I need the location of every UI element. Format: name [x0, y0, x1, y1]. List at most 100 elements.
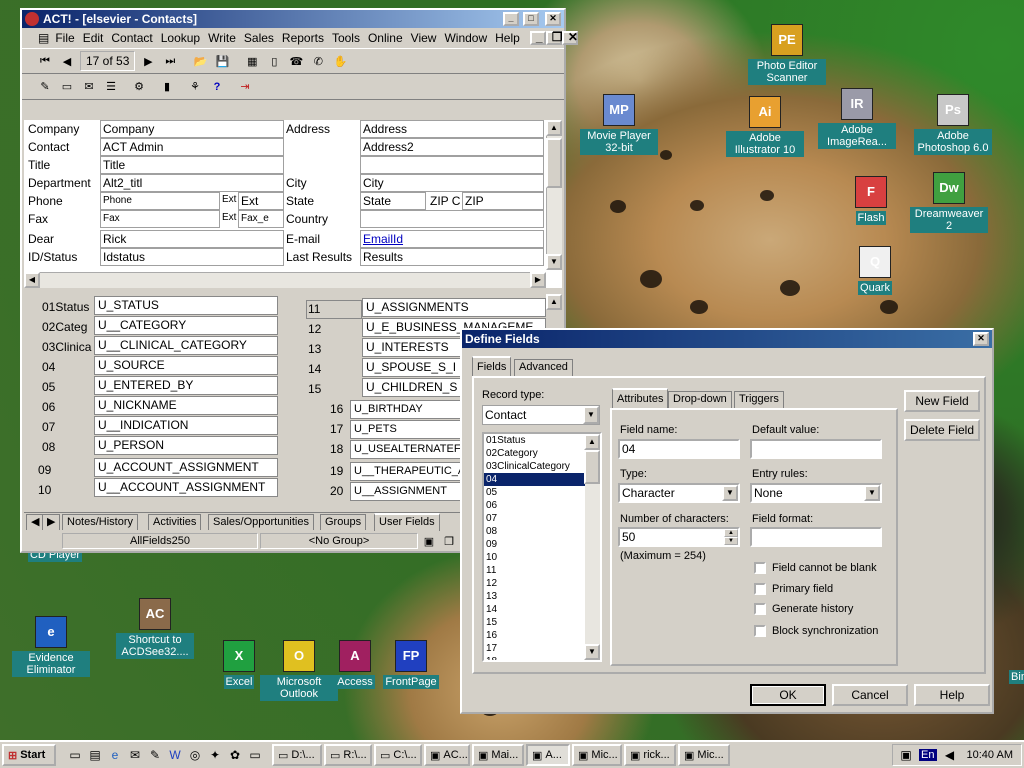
- desktop-icon-14[interactable]: FP FrontPage: [372, 640, 450, 689]
- menu-reports[interactable]: Reports: [278, 31, 328, 45]
- field-list-item[interactable]: 18: [484, 655, 586, 660]
- field-name-input[interactable]: 04: [618, 439, 740, 459]
- list-icon[interactable]: ☰: [102, 78, 120, 96]
- exit-icon[interactable]: ⇥: [236, 78, 254, 96]
- user-field-20[interactable]: U__ASSIGNMENT: [350, 482, 464, 501]
- chevron-down-icon[interactable]: ▼: [722, 485, 738, 501]
- user-field-04[interactable]: U_SOURCE: [94, 356, 278, 375]
- contact-field-5[interactable]: Fax: [100, 210, 220, 228]
- sync-icon[interactable]: ⚘: [186, 78, 204, 96]
- tab-activities[interactable]: Activities: [148, 514, 202, 530]
- desktop-icon-9[interactable]: e Evidence Eliminator: [12, 616, 90, 677]
- tab-user-fields[interactable]: User Fields: [374, 513, 440, 531]
- start-button[interactable]: ⊞ Start: [2, 744, 56, 766]
- subtab-dropdown[interactable]: Drop-down: [668, 391, 732, 408]
- fax-icon[interactable]: ✉: [80, 78, 98, 96]
- user-field-11[interactable]: U_ASSIGNMENTS: [362, 298, 546, 317]
- menu-window[interactable]: Window: [440, 31, 491, 45]
- desktop-icon-1[interactable]: MP Movie Player 32-bit: [580, 94, 658, 155]
- user-field-16[interactable]: U_BIRTHDAY: [350, 400, 464, 419]
- user-field-17[interactable]: U_PETS: [350, 420, 464, 439]
- field-list-item[interactable]: 14: [484, 603, 586, 616]
- letter-icon[interactable]: ▭: [58, 78, 76, 96]
- field-list-item[interactable]: 07: [484, 512, 586, 525]
- meeting-icon[interactable]: ✆: [309, 52, 327, 70]
- contact-right-field-3[interactable]: City: [360, 174, 544, 192]
- field-list-item[interactable]: 15: [484, 616, 586, 629]
- menu-view[interactable]: View: [407, 31, 441, 45]
- cancel-button[interactable]: Cancel: [832, 684, 908, 706]
- taskbar-button-5[interactable]: ▣ A...: [526, 744, 570, 766]
- taskbar-button-0[interactable]: ▭ D:\...: [272, 744, 322, 766]
- type-select[interactable]: Character ▼: [618, 483, 740, 503]
- monitor-icon[interactable]: ▣: [897, 746, 915, 764]
- entry-rules-select[interactable]: None ▼: [750, 483, 882, 503]
- phone-ext-field[interactable]: Ext: [238, 192, 284, 210]
- ql-outlook-icon[interactable]: ✉: [126, 746, 144, 764]
- next-record-icon[interactable]: ▶: [139, 52, 157, 70]
- define-close-button[interactable]: ✕: [973, 332, 989, 346]
- field-list-item[interactable]: 17: [484, 642, 586, 655]
- ql-media-icon[interactable]: ◎: [186, 746, 204, 764]
- zip-field[interactable]: ZIP: [462, 192, 544, 210]
- menu-contact[interactable]: Contact: [107, 31, 156, 45]
- default-value-input[interactable]: [750, 439, 882, 459]
- maximize-button[interactable]: □: [523, 12, 539, 26]
- scroll-thumb[interactable]: [546, 138, 562, 188]
- chevron-down-icon[interactable]: ▼: [583, 406, 599, 424]
- subtab-attributes[interactable]: Attributes: [612, 388, 669, 408]
- user-field-08[interactable]: U_PERSON: [94, 436, 278, 455]
- ql-desktop-icon[interactable]: ▭: [66, 746, 84, 764]
- field-list-item[interactable]: 03ClinicalCategory: [484, 460, 586, 473]
- calendar-icon[interactable]: ▣: [420, 532, 438, 550]
- contact-right-field-0[interactable]: Address: [360, 120, 544, 138]
- contact-field-3[interactable]: Alt2_titl: [100, 174, 284, 192]
- field-list-item[interactable]: 10: [484, 551, 586, 564]
- contact-right-field-2[interactable]: [360, 156, 544, 174]
- contact-right-field-1[interactable]: Address2: [360, 138, 544, 156]
- doc-minimize-button[interactable]: _: [529, 31, 546, 45]
- contact-right-field-5[interactable]: [360, 210, 544, 228]
- taskbar-button-3[interactable]: ▣ AC...: [424, 744, 470, 766]
- horizontal-scrollbar[interactable]: [24, 272, 546, 288]
- help-button[interactable]: Help: [914, 684, 990, 706]
- delete-field-button[interactable]: Delete Field: [904, 419, 980, 441]
- menu-sales[interactable]: Sales: [240, 31, 278, 45]
- user-field-10[interactable]: U__ACCOUNT_ASSIGNMENT: [94, 478, 278, 497]
- palm-icon[interactable]: ▮: [158, 78, 176, 96]
- contact-right-field-6[interactable]: EmailId: [360, 230, 544, 248]
- desktop-icon-0[interactable]: PE Photo Editor Scanner: [748, 24, 826, 85]
- menu-tools[interactable]: Tools: [328, 31, 364, 45]
- user-field-02[interactable]: U__CATEGORY: [94, 316, 278, 335]
- doc-close-button[interactable]: ✕: [561, 31, 578, 45]
- menu-lookup[interactable]: Lookup: [157, 31, 204, 45]
- tab-sales-opportunities[interactable]: Sales/Opportunities: [208, 514, 314, 530]
- contact-field-6[interactable]: Rick: [100, 230, 284, 248]
- field-list-item[interactable]: 04: [484, 473, 586, 486]
- taskbar-button-7[interactable]: ▣ rick...: [624, 744, 676, 766]
- list-scroll-thumb[interactable]: [584, 450, 600, 484]
- contact-field-0[interactable]: Company: [100, 120, 284, 138]
- user-field-06[interactable]: U_NICKNAME: [94, 396, 278, 415]
- close-button[interactable]: ✕: [545, 12, 561, 26]
- user-field-09[interactable]: U_ACCOUNT_ASSIGNMENT: [94, 458, 278, 477]
- field-list-item[interactable]: 09: [484, 538, 586, 551]
- tab-advanced[interactable]: Advanced: [514, 359, 573, 376]
- spin-down-icon[interactable]: ▼: [724, 537, 738, 545]
- field-list-item[interactable]: 05: [484, 486, 586, 499]
- taskbar-button-6[interactable]: ▣ Mic...: [572, 744, 622, 766]
- field-list-item[interactable]: 06: [484, 499, 586, 512]
- desktop-icon-5[interactable]: F Flash: [832, 176, 910, 225]
- ql-paint-icon[interactable]: ✿: [226, 746, 244, 764]
- contact-field-7[interactable]: Idstatus: [100, 248, 284, 266]
- language-indicator[interactable]: En: [919, 749, 937, 761]
- spin-up-icon[interactable]: ▲: [724, 529, 738, 537]
- tab-fields[interactable]: Fields: [472, 356, 512, 376]
- first-record-icon[interactable]: ⏮: [36, 52, 54, 70]
- user-field-05[interactable]: U_ENTERED_BY: [94, 376, 278, 395]
- field-list-item[interactable]: 12: [484, 577, 586, 590]
- ql-tool-icon[interactable]: ✦: [206, 746, 224, 764]
- minimize-button[interactable]: _: [503, 12, 519, 26]
- menu-online[interactable]: Online: [364, 31, 407, 45]
- menu-write[interactable]: Write: [204, 31, 240, 45]
